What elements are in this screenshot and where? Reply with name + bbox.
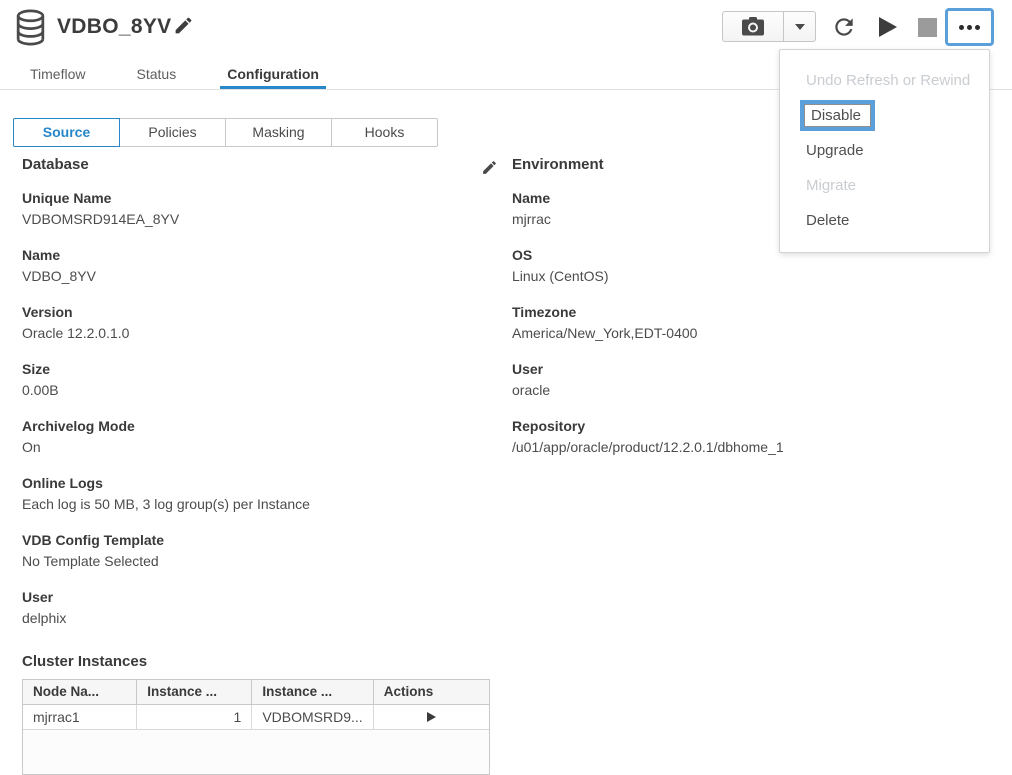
cluster-instances-table: Node Na... Instance ... Instance ... Act… (22, 679, 490, 775)
field-version: Version Oracle 12.2.0.1.0 (22, 304, 482, 341)
menu-item-migrate: Migrate (780, 168, 989, 203)
cluster-instances-heading: Cluster Instances (22, 654, 490, 670)
cell-instance-name: VDBOMSRD9... (252, 704, 373, 729)
table-row: mjrrac1 1 VDBOMSRD9... (23, 704, 489, 729)
edit-database-icon[interactable] (481, 159, 498, 176)
vdb-configuration-page: VDBO_8YV (0, 0, 1012, 775)
field-env-user: User oracle (512, 361, 1002, 398)
field-db-user: User delphix (22, 589, 482, 626)
subtab-hooks[interactable]: Hooks (331, 118, 438, 147)
cell-instance-number: 1 (137, 704, 252, 729)
column-instance-number: Instance ... (137, 680, 252, 704)
table-header-row: Node Na... Instance ... Instance ... Act… (23, 680, 489, 704)
snapshot-button[interactable] (723, 12, 783, 41)
field-size: Size 0.00B (22, 361, 482, 398)
caret-down-icon (795, 24, 805, 30)
subtab-masking[interactable]: Masking (225, 118, 332, 147)
stop-button[interactable] (918, 18, 937, 37)
column-actions: Actions (373, 680, 489, 704)
more-actions-button[interactable] (945, 8, 994, 46)
snapshot-options-button[interactable] (783, 12, 815, 41)
menu-item-upgrade[interactable]: Upgrade (780, 133, 989, 168)
ellipsis-icon (959, 25, 964, 30)
field-archivelog-mode: Archivelog Mode On (22, 418, 482, 455)
subtab-source[interactable]: Source (13, 118, 120, 147)
menu-item-disable[interactable]: Disable (780, 98, 989, 133)
start-instance-icon[interactable] (427, 712, 436, 722)
snapshot-button-group (722, 11, 816, 42)
tab-timeflow[interactable]: Timeflow (30, 66, 86, 90)
camera-icon (741, 17, 765, 36)
configuration-subtabs: Source Policies Masking Hooks (13, 118, 438, 147)
cell-node-name: mjrrac1 (23, 704, 137, 729)
cell-actions (373, 704, 489, 729)
field-unique-name: Unique Name VDBOMSRD914EA_8YV (22, 190, 482, 227)
field-name: Name VDBO_8YV (22, 247, 482, 284)
subtab-policies[interactable]: Policies (119, 118, 226, 147)
tab-configuration[interactable]: Configuration (227, 66, 319, 90)
menu-item-disable-focus-box[interactable]: Disable (800, 100, 875, 131)
database-section: Database Unique Name VDBOMSRD914EA_8YV N… (22, 157, 482, 626)
page-title: VDBO_8YV (57, 15, 171, 39)
field-vdb-config-template: VDB Config Template No Template Selected (22, 532, 482, 569)
database-heading: Database (22, 157, 482, 173)
menu-item-delete[interactable]: Delete (780, 203, 989, 238)
column-instance-name: Instance ... (252, 680, 373, 704)
cluster-instances-section: Cluster Instances Node Na... Instance ..… (22, 654, 490, 775)
field-online-logs: Online Logs Each log is 50 MB, 3 log gro… (22, 475, 482, 512)
tab-bar: Timeflow Status Configuration (30, 66, 370, 90)
column-node-name: Node Na... (23, 680, 137, 704)
edit-title-icon[interactable] (173, 15, 194, 36)
actions-dropdown-menu: Undo Refresh or Rewind Disable Upgrade M… (779, 49, 990, 253)
refresh-icon (831, 14, 857, 40)
start-button[interactable] (879, 17, 897, 37)
refresh-button[interactable] (831, 14, 857, 40)
menu-item-undo-refresh-or-rewind: Undo Refresh or Rewind (780, 63, 989, 98)
field-repository: Repository /u01/app/oracle/product/12.2.… (512, 418, 1002, 455)
database-icon (14, 9, 47, 46)
field-timezone: Timezone America/New_York,EDT-0400 (512, 304, 1002, 341)
tab-status[interactable]: Status (137, 66, 177, 90)
